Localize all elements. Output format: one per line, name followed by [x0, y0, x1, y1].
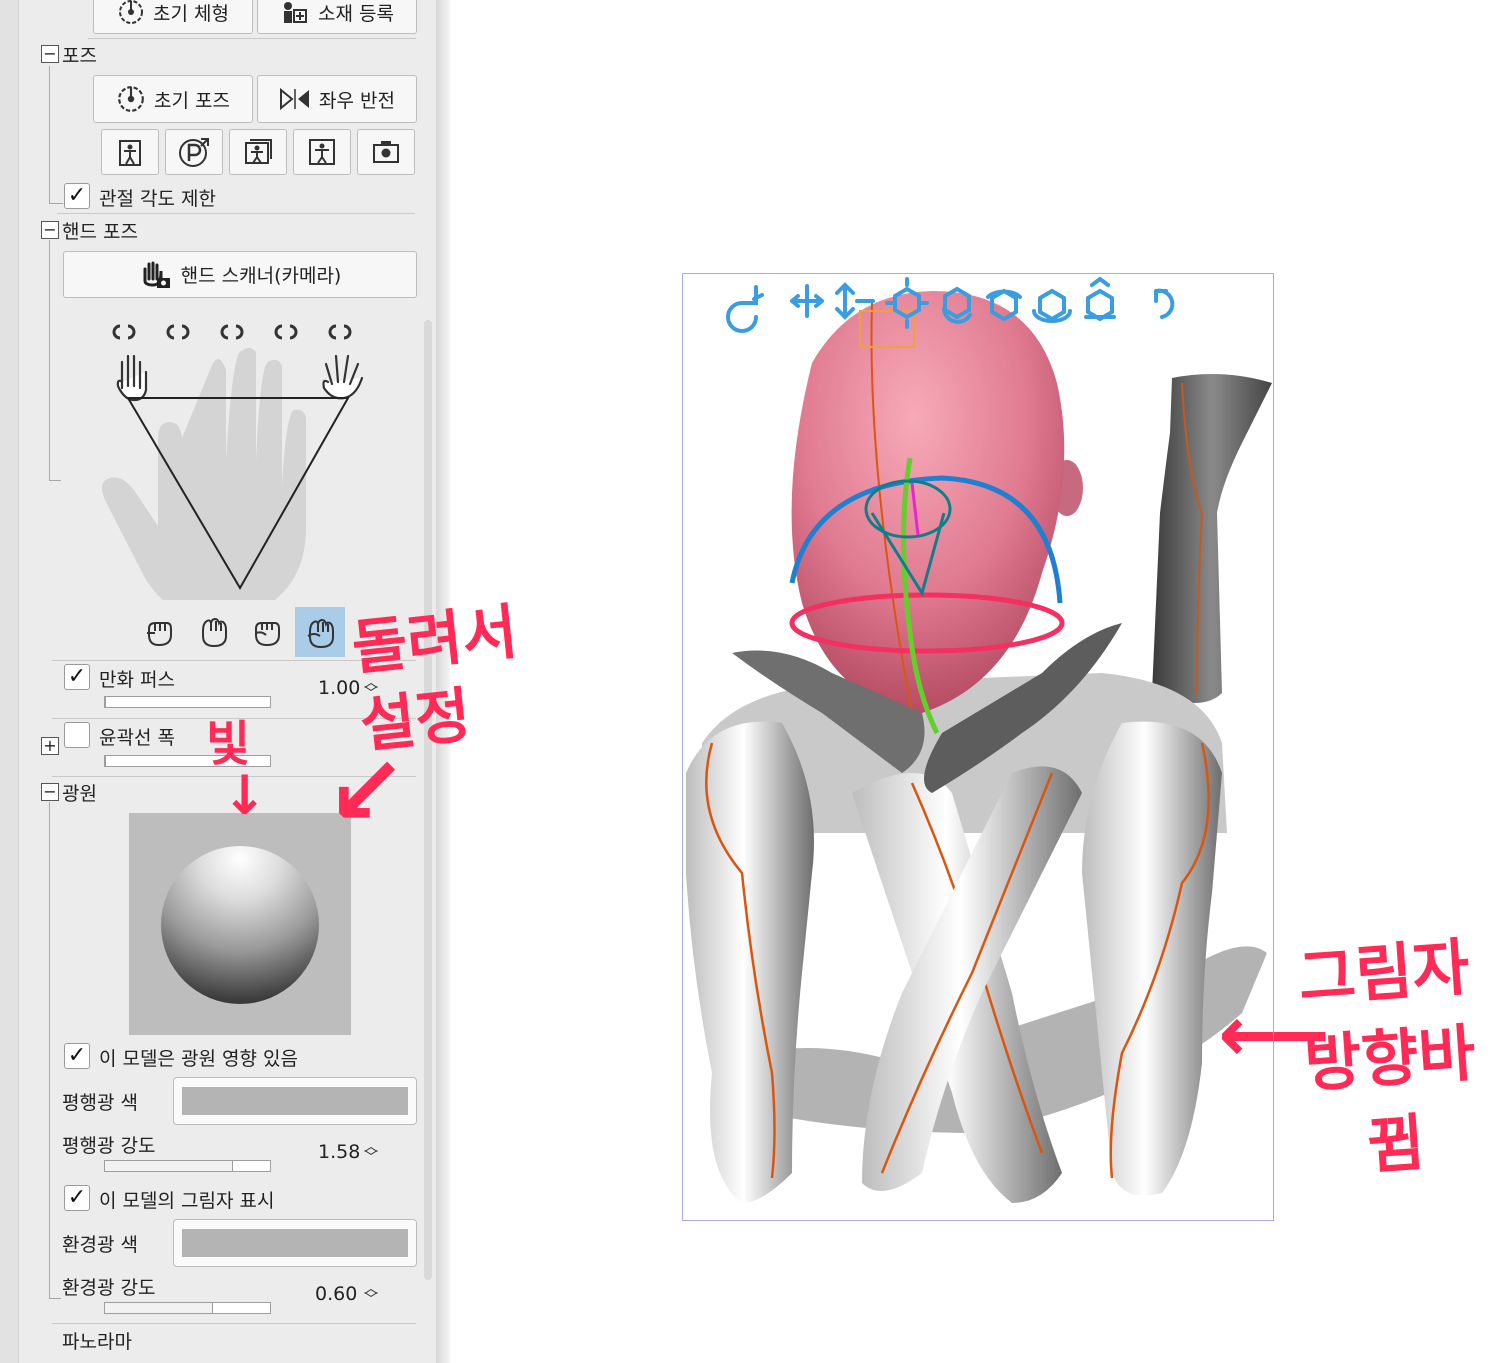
- finger-link-icons[interactable]: [112, 324, 352, 340]
- grip-button-1[interactable]: [136, 608, 182, 654]
- divider: [52, 1323, 416, 1324]
- directional-intensity-slider[interactable]: [104, 1160, 271, 1172]
- divider: [57, 213, 415, 214]
- tree-line: [49, 802, 50, 1298]
- hand-scanner-icon: [143, 261, 170, 288]
- fist-4-icon: [307, 618, 334, 649]
- joint-limit-label: 관절 각도 제한: [99, 188, 216, 210]
- tree-line: [49, 480, 61, 481]
- outline-width-checkbox[interactable]: [64, 722, 90, 748]
- pose-preset-button[interactable]: [101, 129, 159, 175]
- hand-scanner-label: 핸드 스캐너(카메라): [180, 265, 342, 287]
- camera-icon: [373, 141, 399, 163]
- rotate-z-icon: [1032, 288, 1072, 323]
- outline-expand-toggle[interactable]: +: [41, 737, 59, 755]
- left-arm: [686, 721, 814, 1203]
- reset-icon: [119, 0, 144, 24]
- panel-edge: [0, 0, 19, 1363]
- flip-icon: [280, 87, 310, 111]
- light-direction-sphere-control[interactable]: [129, 813, 351, 1035]
- pose-section-title: 포즈: [62, 45, 97, 67]
- joint-limit-checkbox[interactable]: ✓: [64, 183, 90, 209]
- ambient-intensity-spinner[interactable]: ︿ ﹀: [364, 1282, 378, 1307]
- 3d-model-view[interactable]: [682, 273, 1274, 1223]
- reset-icon: [118, 86, 144, 112]
- light-section-title: 광원: [62, 783, 97, 805]
- flip-label: 좌우 반전: [319, 89, 395, 112]
- register-material-button[interactable]: 소재 등록: [257, 0, 417, 34]
- photo-pose-button[interactable]: [229, 129, 287, 175]
- p-pose-icon: [179, 138, 209, 167]
- manga-perspective-value[interactable]: 1.00: [318, 677, 360, 699]
- right-arm: [1082, 721, 1222, 1196]
- light-affected-checkbox[interactable]: ✓: [64, 1043, 90, 1069]
- panorama-label: 파노라마: [62, 1331, 132, 1353]
- hand-pose-diagram[interactable]: [100, 310, 380, 600]
- reset-undo-icon: [1154, 288, 1175, 319]
- reset-body-button[interactable]: 초기 체형: [93, 0, 253, 34]
- directional-color-swatch[interactable]: [173, 1077, 417, 1125]
- tree-line: [49, 203, 63, 204]
- manga-perspective-checkbox[interactable]: ✓: [64, 664, 90, 690]
- reset-pose-button[interactable]: 초기 포즈: [93, 75, 253, 123]
- panel-scrollbar[interactable]: [424, 320, 432, 1280]
- open-hand-right-icon: [322, 354, 364, 400]
- flip-horizontal-button[interactable]: 좌우 반전: [257, 75, 417, 123]
- shadow-label: 이 모델의 그림자 표시: [99, 1190, 275, 1212]
- light-collapse-toggle[interactable]: −: [41, 783, 59, 801]
- grip-button-2[interactable]: [190, 608, 236, 654]
- pose-preset-icon: [119, 140, 141, 166]
- ambient-color-swatch[interactable]: [173, 1219, 417, 1267]
- hand-pose-collapse-toggle[interactable]: −: [41, 221, 59, 239]
- move-xy-icon: [790, 284, 824, 318]
- fist-1-icon: [147, 622, 172, 647]
- open-hand-left-icon: [116, 354, 148, 402]
- reset-body-label: 초기 체형: [153, 2, 229, 25]
- shadow-checkbox[interactable]: ✓: [64, 1185, 90, 1211]
- reset-pose-label: 초기 포즈: [154, 89, 230, 112]
- directional-intensity-label: 평행광 강도: [62, 1135, 156, 1157]
- rotate-camera-icon: [726, 285, 764, 333]
- directional-intensity-spinner[interactable]: ︿ ﹀: [364, 1140, 378, 1165]
- annotation-arrow-down: ↓: [222, 764, 268, 827]
- pose-collapse-toggle[interactable]: −: [41, 45, 59, 63]
- grip-button-4-selected[interactable]: [295, 607, 345, 657]
- fist-2-icon: [202, 617, 227, 648]
- outline-width-label: 윤곽선 폭: [99, 727, 175, 749]
- ambient-intensity-slider[interactable]: [104, 1302, 271, 1314]
- manga-perspective-label: 만화 퍼스: [99, 669, 175, 691]
- ambient-color-label: 환경광 색: [62, 1234, 138, 1256]
- divider: [88, 38, 416, 39]
- camera-button[interactable]: [357, 129, 415, 175]
- ambient-intensity-value[interactable]: 0.60: [315, 1283, 357, 1305]
- tree-line: [49, 1298, 61, 1299]
- register-material-icon: [284, 2, 308, 23]
- figure-pose-icon: [309, 139, 335, 165]
- directional-intensity-value[interactable]: 1.58: [318, 1141, 360, 1163]
- annotation-arrow-diagonal: ↙: [326, 735, 407, 847]
- ambient-intensity-label: 환경광 강도: [62, 1277, 156, 1299]
- tree-line: [49, 240, 50, 480]
- light-affected-label: 이 모델은 광원 영향 있음: [99, 1048, 298, 1070]
- light-sphere: [161, 846, 319, 1004]
- grip-button-3[interactable]: [243, 608, 289, 654]
- photo-pose-icon: [245, 139, 272, 164]
- p-pose-button[interactable]: [165, 129, 223, 175]
- directional-color-label: 평행광 색: [62, 1092, 138, 1114]
- fist-3-icon: [255, 622, 280, 647]
- figure-pose-button[interactable]: [293, 129, 351, 175]
- hand-scanner-button[interactable]: 핸드 스캐너(카메라): [63, 251, 417, 298]
- drop-to-floor-icon: [1084, 276, 1116, 322]
- raised-leg: [1152, 374, 1272, 703]
- hand-pose-section-title: 핸드 포즈: [62, 221, 138, 243]
- register-material-label: 소재 등록: [318, 2, 394, 25]
- tree-line: [49, 66, 50, 203]
